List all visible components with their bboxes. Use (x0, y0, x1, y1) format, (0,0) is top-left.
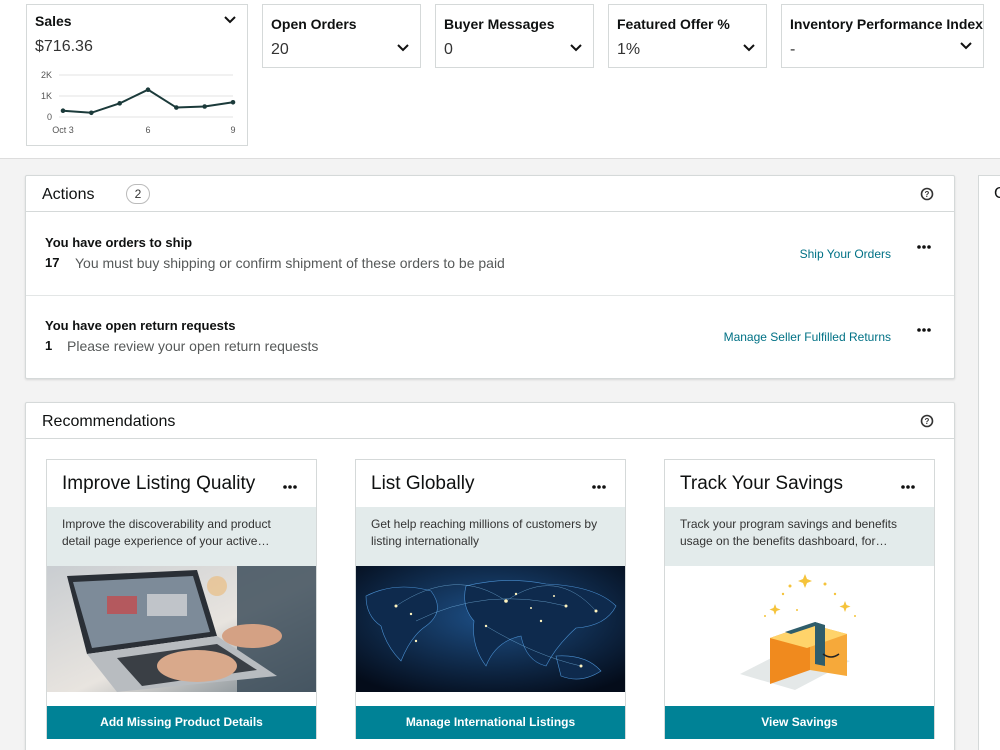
recommendations-panel: Recommendations ? Improve Listing Qualit… (25, 402, 955, 750)
rec-card-description: Track your program savings and benefits … (665, 507, 934, 566)
sales-data-point (117, 101, 122, 106)
more-options-icon[interactable] (916, 327, 932, 333)
sales-card[interactable]: Sales $716.36 2K 1K 0 Oct 3 6 9 (26, 4, 248, 146)
sales-data-point (60, 108, 66, 113)
chart-y-tick-label: 1K (41, 91, 52, 101)
rec-card-description: Improve the discoverability and product … (47, 507, 316, 566)
buyer-messages-value: 0 (444, 41, 453, 58)
sales-title: Sales (35, 13, 72, 29)
recommendations-title: Recommendations (42, 413, 176, 430)
rec-card-track-savings: Track Your Savings Track your program sa… (664, 459, 935, 739)
actions-title: Actions (42, 186, 95, 203)
view-savings-button[interactable]: View Savings (665, 706, 934, 739)
inventory-performance-value: - (790, 41, 796, 58)
sales-line-chart: 2K 1K 0Oct 3 6 9 (41, 70, 236, 135)
inventory-performance-title: Inventory Performance Index (790, 16, 983, 32)
action-text: Please review your open return requests (67, 338, 319, 354)
chevron-down-icon[interactable] (223, 15, 237, 25)
featured-offer-card[interactable]: Featured Offer % 1% (608, 4, 767, 68)
help-icon[interactable]: ? (920, 414, 934, 428)
chevron-down-icon[interactable] (742, 43, 756, 53)
action-count: 1 (45, 338, 53, 353)
help-icon[interactable]: ? (920, 187, 934, 201)
more-options-icon[interactable] (900, 484, 916, 490)
manage-returns-link[interactable]: Manage Seller Fulfilled Returns (724, 330, 891, 344)
open-orders-title: Open Orders (271, 16, 357, 32)
svg-text:?: ? (925, 190, 930, 199)
open-orders-card[interactable]: Open Orders 20 (262, 4, 421, 68)
chart-x-tick-label: 6 (145, 125, 150, 135)
sales-series-line (62, 88, 234, 114)
rec-card-listing-quality: Improve Listing Quality Improve the disc… (46, 459, 317, 739)
sales-data-point (89, 110, 94, 116)
actions-count-badge: 2 (126, 184, 150, 204)
actions-header: Actions 2 ? (26, 176, 954, 212)
svg-text:?: ? (925, 417, 930, 426)
laptop-image (47, 566, 316, 692)
add-missing-product-details-button[interactable]: Add Missing Product Details (47, 706, 316, 739)
more-options-icon[interactable] (282, 484, 298, 490)
manage-international-listings-button[interactable]: Manage International Listings (356, 706, 625, 739)
chevron-down-icon[interactable] (396, 43, 410, 53)
action-item-orders-to-ship: You have orders to ship 17 You must buy … (26, 213, 954, 296)
more-options-icon[interactable] (591, 484, 607, 490)
sales-value: $716.36 (35, 38, 93, 55)
featured-offer-value: 1% (617, 41, 641, 58)
rec-card-title: Track Your Savings (680, 473, 843, 494)
chart-x-tick-label: 9 (230, 125, 235, 135)
rec-card-title: Improve Listing Quality (62, 473, 256, 494)
sales-data-point (145, 87, 151, 92)
actions-panel: Actions 2 ? You have orders to ship 17 Y… (25, 175, 955, 379)
world-map-image (356, 566, 625, 692)
chart-x-tick-label: Oct 3 (52, 125, 74, 135)
action-title: You have open return requests (45, 318, 236, 333)
rec-card-title: List Globally (371, 473, 475, 494)
rec-card-list-globally: List Globally Get help reaching millions… (355, 459, 626, 739)
inventory-performance-card[interactable]: Inventory Performance Index - (781, 4, 984, 68)
action-count: 17 (45, 255, 60, 270)
sales-data-point (230, 100, 236, 105)
recommendations-header: Recommendations ? (26, 403, 954, 439)
chevron-down-icon[interactable] (569, 43, 583, 53)
sales-data-point (174, 105, 179, 110)
right-panel-title: C (994, 185, 1000, 202)
chart-y-tick-label: 0 (47, 112, 52, 122)
rec-card-description: Get help reaching millions of customers … (356, 507, 625, 566)
buyer-messages-title: Buyer Messages (444, 16, 555, 32)
chevron-down-icon[interactable] (959, 41, 973, 51)
more-options-icon[interactable] (916, 244, 932, 250)
ship-your-orders-link[interactable]: Ship Your Orders (800, 247, 891, 261)
open-orders-value: 20 (271, 41, 289, 58)
right-side-panel: C (978, 175, 1000, 750)
sales-data-point (202, 104, 207, 109)
metrics-strip: Sales $716.36 2K 1K 0 Oct 369 Open Orders 2… (0, 0, 1000, 159)
action-title: You have orders to ship (45, 235, 193, 250)
action-item-return-requests: You have open return requests 1 Please r… (26, 296, 954, 379)
featured-offer-title: Featured Offer % (617, 16, 730, 32)
chart-y-tick-label: 2K (41, 70, 52, 80)
gift-box-image (665, 566, 934, 692)
action-text: You must buy shipping or confirm shipmen… (75, 255, 505, 271)
buyer-messages-card[interactable]: Buyer Messages 0 (435, 4, 594, 68)
